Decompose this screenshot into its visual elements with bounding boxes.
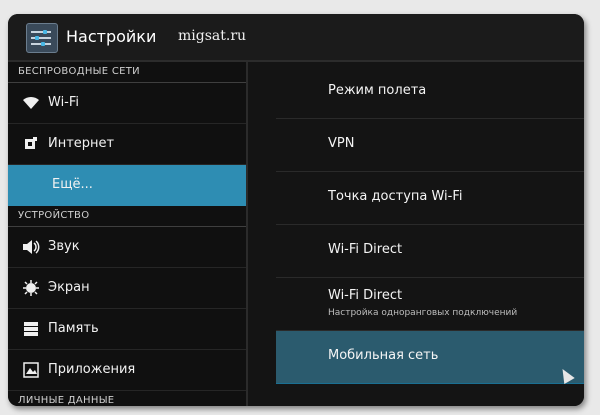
list-item-title: Мобильная сеть [328,348,439,363]
sidebar-item-more[interactable]: Ещё... [8,165,246,206]
screenshot-background: Настройки migsat.ru БЕСПРОВОДНЫЕ СЕТИ Wi… [0,0,600,415]
brightness-icon [22,280,40,296]
list-item-wifi-hotspot[interactable]: Точка доступа Wi-Fi [276,172,584,225]
section-header-personal: ЛИЧНЫЕ ДАННЫЕ [8,391,246,406]
section-header-device: УСТРОЙСТВО [8,206,246,227]
action-bar: Настройки migsat.ru [8,14,584,62]
list-item-title: Wi-Fi Direct [328,288,403,303]
sidebar-item-wifi[interactable]: Wi-Fi [8,83,246,124]
apps-icon [22,362,40,378]
tablet-screen: Настройки migsat.ru БЕСПРОВОДНЫЕ СЕТИ Wi… [8,14,584,406]
sidebar-item-apps[interactable]: Приложения [8,350,246,391]
sidebar-item-label: Интернет [48,136,115,151]
list-item-subtitle: Настройка одноранговых подключений [328,308,518,318]
list-item-title: Режим полета [328,83,427,98]
storage-icon [22,321,40,337]
wifi-icon [22,95,40,111]
sidebar-item-storage[interactable]: Память [8,309,246,350]
site-watermark: migsat.ru [178,28,247,44]
sidebar-item-label: Экран [48,280,90,295]
settings-sidebar: БЕСПРОВОДНЫЕ СЕТИ Wi-Fi Интернет Ещё... … [8,62,246,406]
list-item-wifi-direct[interactable]: Wi-Fi Direct [276,225,584,278]
list-item-title: Точка доступа Wi-Fi [328,189,463,204]
list-item-vpn[interactable]: VPN [276,119,584,172]
list-item-airplane-mode[interactable]: Режим полета [276,66,584,119]
list-item-title: Wi-Fi Direct [328,242,403,257]
sidebar-item-display[interactable]: Экран [8,268,246,309]
section-header-wireless: БЕСПРОВОДНЫЕ СЕТИ [8,62,246,83]
list-item-title: VPN [328,136,355,151]
sidebar-item-sound[interactable]: Звук [8,227,246,268]
data-usage-icon [22,136,40,152]
sidebar-item-label: Wi-Fi [48,95,80,110]
sidebar-item-internet[interactable]: Интернет [8,124,246,165]
list-item-mobile-network[interactable]: Мобильная сеть [276,331,584,384]
more-settings-list: Режим полета VPN Точка доступа Wi-Fi Wi-… [276,66,584,384]
app-title: Настройки [66,27,157,46]
sidebar-item-label: Приложения [48,362,136,377]
sidebar-item-label: Память [48,321,99,336]
settings-app-icon[interactable] [26,23,58,53]
speaker-icon [22,239,40,255]
sidebar-item-label: Звук [48,239,80,254]
list-item-wifi-direct-settings[interactable]: Wi-Fi Direct Настройка одноранговых подк… [276,278,584,331]
settings-detail-pane: Режим полета VPN Точка доступа Wi-Fi Wi-… [248,62,584,406]
sidebar-item-label: Ещё... [52,177,93,192]
